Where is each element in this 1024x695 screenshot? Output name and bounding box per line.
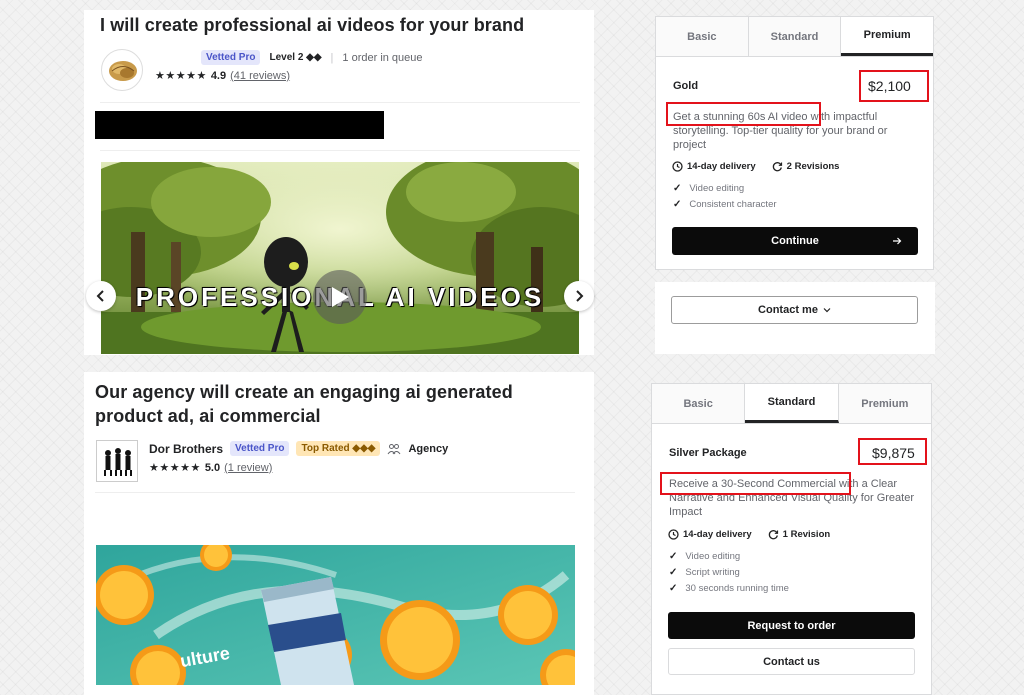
clock-icon bbox=[672, 161, 683, 172]
rating-value: 4.9 bbox=[210, 69, 227, 82]
vetted-pro-badge: Vetted Pro bbox=[230, 441, 290, 456]
arrow-right-icon bbox=[893, 237, 902, 245]
agency-label: Agency bbox=[408, 442, 449, 455]
divider: | bbox=[330, 51, 334, 64]
check-icon: ✓ bbox=[669, 583, 678, 594]
chevron-left-icon bbox=[96, 290, 104, 302]
delivery-info: 14-day delivery bbox=[672, 161, 756, 172]
delivery-text: 14-day delivery bbox=[687, 161, 756, 172]
gig2-rating-row: ★★★★★ 5.0 (1 review) bbox=[149, 461, 272, 475]
gig2-product-image[interactable] bbox=[96, 545, 575, 685]
gig1-video[interactable] bbox=[101, 162, 579, 354]
brain-logo-icon bbox=[109, 61, 137, 81]
contact-us-button[interactable]: Contact us bbox=[668, 648, 915, 675]
feature-label: Consistent character bbox=[689, 199, 777, 210]
highlight-description-gold bbox=[666, 102, 821, 126]
seller-name[interactable]: Dor Brothers bbox=[149, 442, 223, 456]
gig1-delivery-row: 14-day delivery 2 Revisions bbox=[672, 161, 839, 172]
check-icon: ✓ bbox=[673, 183, 682, 194]
gig2-seller-avatar[interactable] bbox=[96, 440, 138, 482]
revisions-info: 2 Revisions bbox=[772, 161, 840, 172]
package-tabs: Basic Standard Premium bbox=[656, 17, 934, 57]
reviews-link[interactable]: (41 reviews) bbox=[230, 70, 290, 82]
tab-standard[interactable]: Standard bbox=[748, 17, 842, 56]
forest-scene-image bbox=[101, 162, 579, 354]
package-tabs: Basic Standard Premium bbox=[652, 384, 931, 424]
chevron-right-icon bbox=[576, 290, 584, 302]
play-icon bbox=[332, 287, 349, 307]
gig2-seller-row: Dor Brothers Vetted Pro Top Rated ◆◆◆ Ag… bbox=[149, 441, 448, 456]
divider bbox=[95, 492, 575, 493]
feature-label: Video editing bbox=[685, 551, 741, 562]
gig1-title: I will create professional ai videos for… bbox=[100, 15, 525, 35]
agency-people-icon bbox=[388, 443, 401, 454]
contact-us-label: Contact us bbox=[763, 655, 820, 668]
highlight-price-gold bbox=[859, 70, 929, 102]
gig2-title: Our agency will create an engaging ai ge… bbox=[95, 382, 513, 426]
carousel-prev-button[interactable] bbox=[86, 281, 116, 311]
vetted-pro-badge: Vetted Pro bbox=[201, 50, 261, 65]
carousel-next-button[interactable] bbox=[564, 281, 594, 311]
request-order-button[interactable]: Request to order bbox=[668, 612, 915, 639]
feature-label: Video editing bbox=[689, 183, 745, 194]
top-rated-badge: Top Rated ◆◆◆ bbox=[296, 441, 381, 456]
gig2-delivery-row: 14-day delivery 1 Revision bbox=[668, 529, 830, 540]
seller-level: Level 2 ◆◆ bbox=[269, 52, 322, 63]
gig1-rating-row: ★★★★★ 4.9 (41 reviews) bbox=[155, 69, 290, 83]
order-queue: 1 order in queue bbox=[342, 51, 423, 64]
orange-splash-image bbox=[96, 545, 575, 685]
gig1-package-name: Gold bbox=[673, 80, 699, 92]
gig1-seller-avatar[interactable] bbox=[101, 49, 143, 91]
feature-item: ✓ Script writing bbox=[669, 567, 740, 578]
feature-item: ✓ Video editing bbox=[669, 551, 740, 562]
contact-me-button[interactable]: Contact me bbox=[671, 296, 918, 324]
play-button[interactable] bbox=[313, 270, 367, 324]
revisions-info: 1 Revision bbox=[768, 529, 831, 540]
revisions-text: 2 Revisions bbox=[786, 161, 840, 172]
contact-me-label: Contact me bbox=[758, 304, 818, 316]
feature-label: 30 seconds running time bbox=[685, 583, 789, 594]
gig1-badges-row: Vetted Pro Level 2 ◆◆ | 1 order in queue bbox=[201, 50, 423, 65]
star-rating-icon: ★★★★★ bbox=[149, 462, 201, 474]
feature-label: Script writing bbox=[685, 567, 740, 578]
rating-value: 5.0 bbox=[204, 461, 221, 474]
continue-label: Continue bbox=[771, 235, 819, 247]
highlight-price-silver bbox=[858, 438, 927, 465]
chevron-down-icon bbox=[823, 308, 831, 313]
tab-standard[interactable]: Standard bbox=[745, 384, 839, 423]
star-rating-icon: ★★★★★ bbox=[155, 70, 207, 82]
delivery-info: 14-day delivery bbox=[668, 529, 752, 540]
check-icon: ✓ bbox=[669, 551, 678, 562]
clock-icon bbox=[668, 529, 679, 540]
tab-basic[interactable]: Basic bbox=[656, 17, 749, 56]
tab-basic[interactable]: Basic bbox=[652, 384, 746, 423]
redacted-block bbox=[95, 111, 384, 139]
tab-premium[interactable]: Premium bbox=[841, 17, 934, 56]
agency-logo-icon bbox=[104, 448, 132, 476]
highlight-description-silver bbox=[660, 472, 851, 495]
divider bbox=[100, 102, 580, 103]
feature-item: ✓ 30 seconds running time bbox=[669, 583, 789, 594]
gig2-package-name: Silver Package bbox=[669, 447, 747, 459]
refresh-icon bbox=[768, 530, 778, 540]
request-order-label: Request to order bbox=[747, 619, 836, 632]
check-icon: ✓ bbox=[673, 199, 682, 210]
continue-button[interactable]: Continue bbox=[672, 227, 918, 255]
delivery-text: 14-day delivery bbox=[683, 529, 752, 540]
feature-item: ✓ Video editing bbox=[673, 183, 744, 194]
refresh-icon bbox=[772, 162, 782, 172]
check-icon: ✓ bbox=[669, 567, 678, 578]
feature-item: ✓ Consistent character bbox=[673, 199, 777, 210]
divider bbox=[100, 150, 580, 151]
revisions-text: 1 Revision bbox=[782, 529, 831, 540]
tab-premium[interactable]: Premium bbox=[838, 384, 931, 423]
reviews-link[interactable]: (1 review) bbox=[224, 462, 272, 474]
